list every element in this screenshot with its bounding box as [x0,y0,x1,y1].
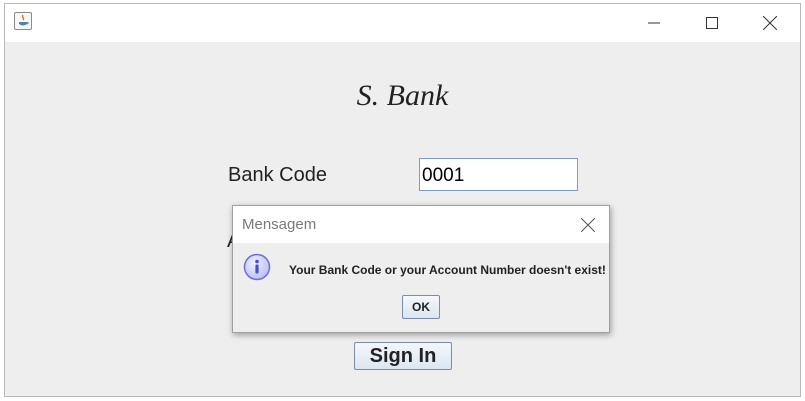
dialog-title: Mensagem [242,216,317,233]
app-window: S. Bank Bank Code 0001 A Sign In Mensage… [4,3,801,397]
bank-code-input[interactable]: 0001 [419,158,578,191]
sign-in-button[interactable]: Sign In [354,342,452,370]
title-bar [5,4,800,42]
dialog-title-bar: Mensagem [233,206,609,243]
bank-code-label: Bank Code [228,164,327,186]
minimize-icon [648,22,660,24]
minimize-button[interactable] [631,4,677,42]
close-icon [581,218,595,232]
app-title: S. Bank [356,79,449,112]
message-dialog: Mensagem Your Bank Code or your Account … [232,205,610,333]
dialog-message: Your Bank Code or your Account Number do… [289,263,606,277]
info-icon [243,253,271,281]
dialog-close-button[interactable] [576,213,600,237]
close-icon [763,16,777,30]
maximize-icon [706,17,718,29]
java-app-icon[interactable] [14,12,32,30]
ok-button[interactable]: OK [402,295,440,319]
maximize-button[interactable] [689,4,735,42]
window-close-button[interactable] [747,4,793,42]
